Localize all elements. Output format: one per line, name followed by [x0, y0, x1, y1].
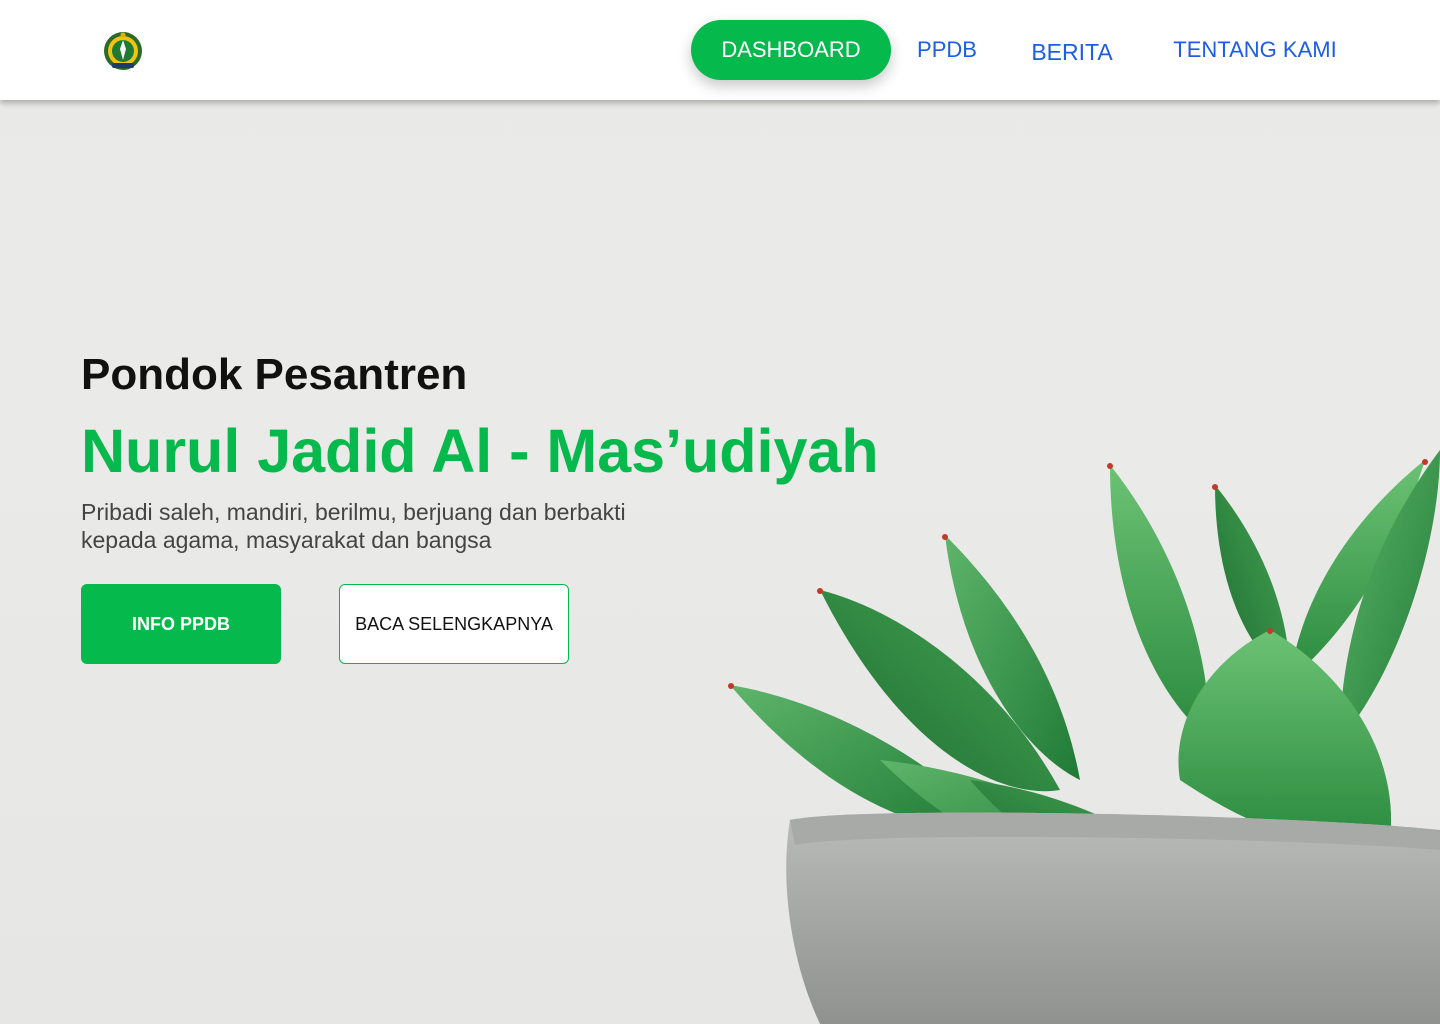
landing-page: DASHBOARD PPDB BERITA TENTANG KAMI Pondo…: [0, 0, 1440, 1024]
nav-ppdb[interactable]: PPDB: [906, 20, 988, 80]
hero-tagline: Pribadi saleh, mandiri, berilmu, berjuan…: [81, 499, 626, 553]
read-more-button[interactable]: BACA SELENGKAPNYA: [339, 584, 569, 664]
nav-berita[interactable]: BERITA: [1022, 22, 1122, 82]
nav-tentang-kami[interactable]: TENTANG KAMI: [1160, 20, 1350, 80]
hero-title: Nurul Jadid Al - Mas’udiyah: [81, 417, 879, 485]
info-ppdb-button[interactable]: INFO PPDB: [81, 584, 281, 664]
top-navbar: DASHBOARD PPDB BERITA TENTANG KAMI: [0, 0, 1440, 100]
school-logo-icon[interactable]: [102, 30, 144, 72]
nav-dashboard[interactable]: DASHBOARD: [691, 20, 891, 80]
hero-subtitle: Pondok Pesantren: [81, 350, 468, 399]
succulent-plant-image: [728, 450, 1440, 1024]
